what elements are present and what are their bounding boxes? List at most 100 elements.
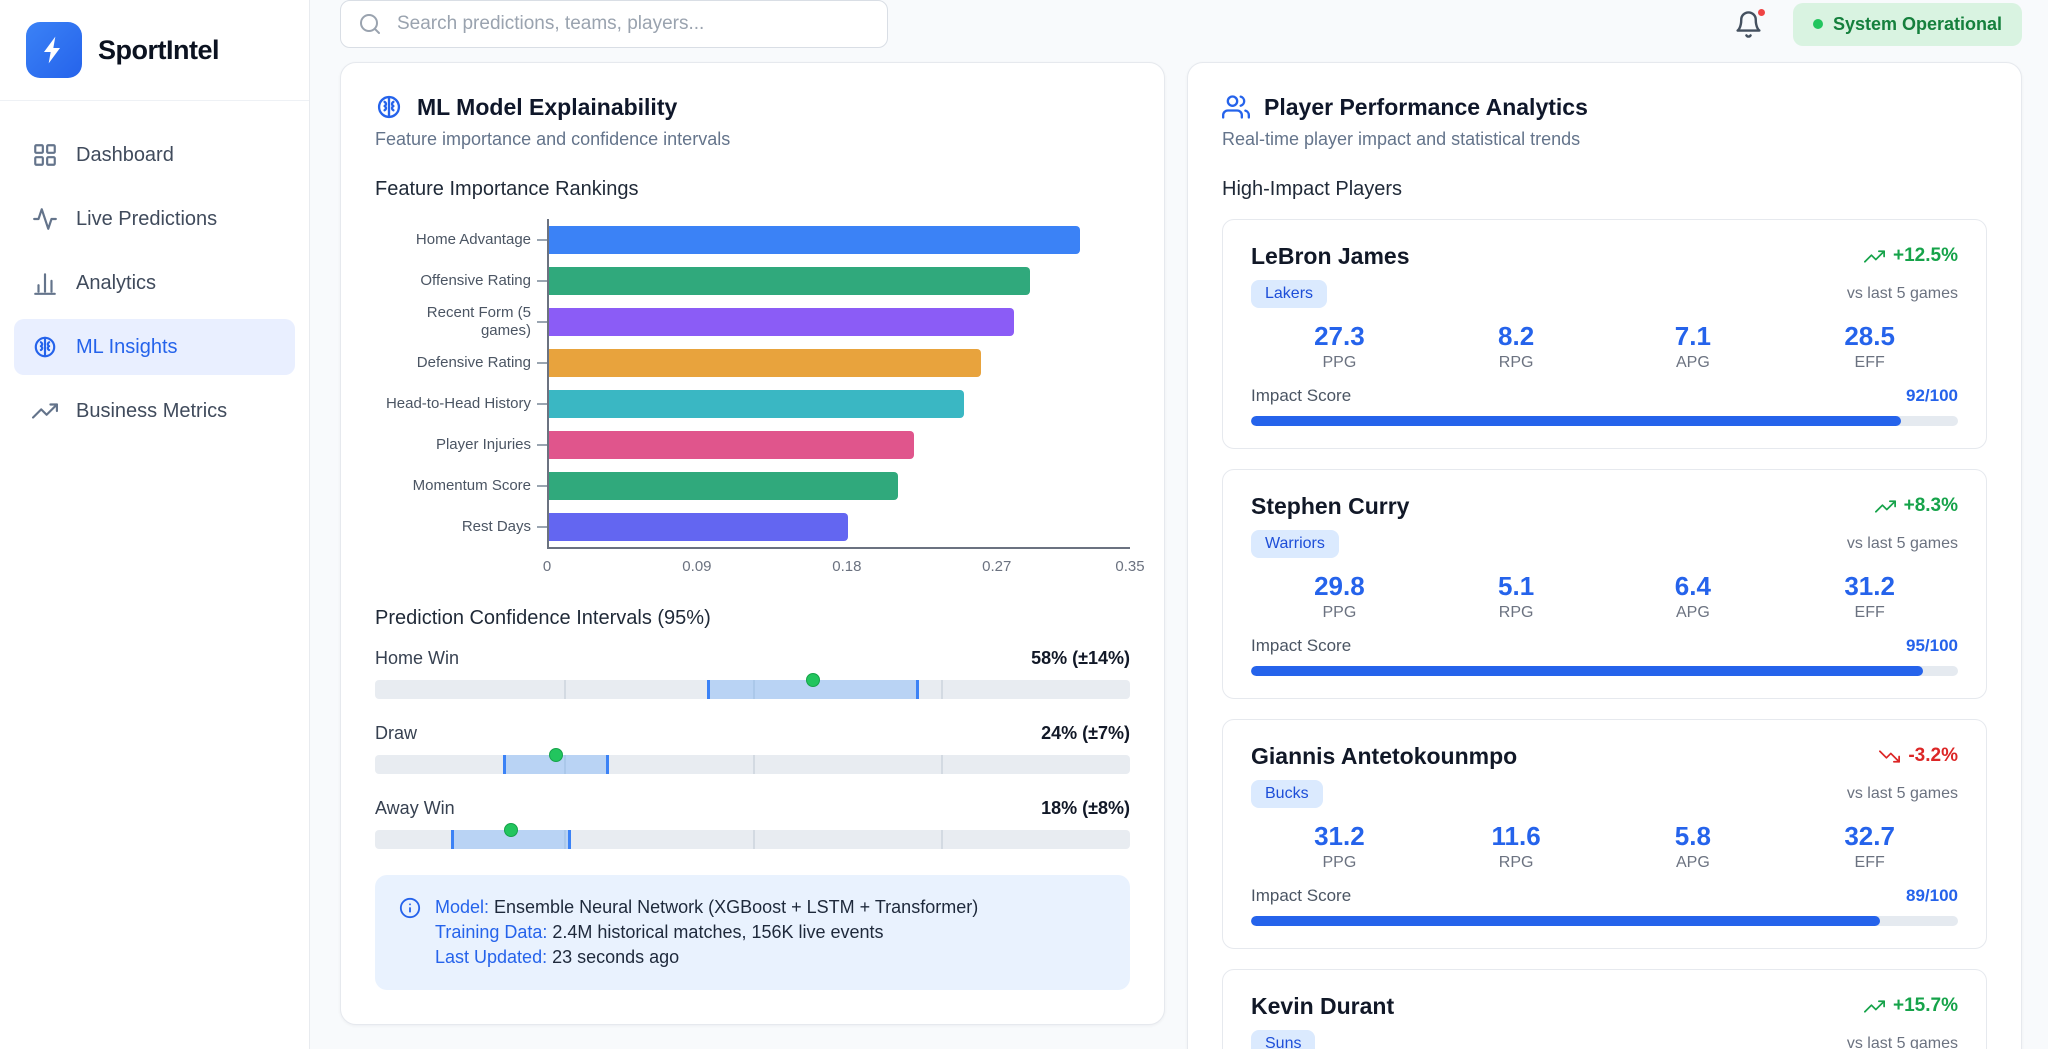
feature-bar-label: Offensive Rating [375,260,547,301]
player-stat: 5.8APG [1605,822,1782,872]
model-info-training: Training Data: 2.4M historical matches, … [435,920,978,945]
system-status-badge: System Operational [1793,3,2022,46]
ci-outcome-label: Away Win [375,798,455,819]
status-dot-icon [1813,19,1823,29]
trend-up-icon [1875,496,1896,517]
stat-value: 31.2 [1251,822,1428,850]
stat-label: PPG [1251,354,1428,372]
player-stats: 31.2PPG11.6RPG5.8APG32.7EFF [1251,822,1958,872]
player-stat: 27.3PPG [1251,322,1428,372]
trend-up-icon [1864,996,1885,1017]
player-card[interactable]: LeBron James+12.5%Lakersvs last 5 games2… [1222,219,1987,449]
feature-bar-row: Player Injuries [375,424,1130,465]
player-trend-value: +12.5% [1893,242,1958,270]
feature-bar [549,308,1014,336]
ci-track [375,680,1130,699]
feature-bar-track [547,260,1130,301]
trend-note: vs last 5 games [1847,785,1958,803]
player-card[interactable]: Stephen Curry+8.3%Warriorsvs last 5 game… [1222,469,1987,699]
feature-bar [549,431,914,459]
brain-icon [32,334,58,360]
player-trend-value: -3.2% [1908,742,1958,770]
sidebar-item-analytics[interactable]: Analytics [14,255,295,311]
ci-gridline [753,755,755,774]
feature-bar-track [547,342,1130,383]
notifications-button[interactable] [1734,10,1763,39]
player-trend: +12.5% [1864,242,1958,270]
feature-bar-label: Rest Days [375,506,547,547]
model-info-model: Model: Ensemble Neural Network (XGBoost … [435,895,978,920]
ci-gridline [941,680,943,699]
player-name: LeBron James [1251,242,1410,270]
panel-title: ML Model Explainability [417,94,677,121]
panel-header: ML Model Explainability [375,93,1130,121]
sidebar-item-label: Live Predictions [76,208,217,231]
model-info-updated: Last Updated: 23 seconds ago [435,945,978,970]
stat-value: 32.7 [1781,822,1958,850]
trend-down-icon [1879,746,1900,767]
sidebar-item-dashboard[interactable]: Dashboard [14,127,295,183]
feature-bar-track [547,424,1130,465]
ml-explainability-panel: ML Model Explainability Feature importan… [340,62,1165,1025]
player-name: Giannis Antetokounmpo [1251,742,1517,770]
panel-title: Player Performance Analytics [1264,94,1588,121]
feature-bar-label: Defensive Rating [375,342,547,383]
ci-outcome-label: Draw [375,723,417,744]
search-input[interactable] [340,0,888,48]
ci-gridline [941,830,943,849]
player-stat: 11.6RPG [1428,822,1605,872]
info-icon [399,897,421,919]
player-stat: 31.2EFF [1781,572,1958,622]
sidebar-item-label: Dashboard [76,144,174,167]
sidebar-item-label: Analytics [76,272,156,295]
impact-score-label: Impact Score [1251,886,1351,906]
stat-value: 31.2 [1781,572,1958,600]
player-name: Stephen Curry [1251,492,1409,520]
x-axis-tick-label: 0.18 [832,558,861,575]
player-trend-value: +8.3% [1904,492,1958,520]
player-stats: 27.3PPG8.2RPG7.1APG28.5EFF [1251,322,1958,372]
stat-value: 28.5 [1781,322,1958,350]
ci-point-estimate-marker [549,748,563,762]
impact-progress [1251,666,1958,676]
x-axis-tick-label: 0.27 [982,558,1011,575]
feature-bar [549,349,981,377]
player-stat: 29.8PPG [1251,572,1428,622]
player-trend: -3.2% [1879,742,1958,770]
sidebar-item-live-predictions[interactable]: Live Predictions [14,191,295,247]
feature-bar-track [547,506,1130,547]
x-axis-tick-label: 0.09 [682,558,711,575]
stat-value: 11.6 [1428,822,1605,850]
panel-subtitle: Feature importance and confidence interv… [375,129,1130,150]
player-stat: 5.1RPG [1428,572,1605,622]
feature-bar-track [547,383,1130,424]
stat-value: 5.1 [1428,572,1605,600]
player-trend-value: +15.7% [1893,992,1958,1020]
ci-point-estimate-marker [504,823,518,837]
ci-value: 58% (±14%) [1031,648,1130,669]
player-stat: 6.4APG [1605,572,1782,622]
brand[interactable]: SportIntel [0,0,309,101]
player-card[interactable]: Kevin Durant+15.7%Sunsvs last 5 games [1222,969,1987,1049]
impact-progress-fill [1251,416,1901,426]
feature-bar-label: Player Injuries [375,424,547,465]
chart-title: Feature Importance Rankings [375,178,1130,201]
sidebar-item-business-metrics[interactable]: Business Metrics [14,383,295,439]
sidebar-item-ml-insights[interactable]: ML Insights [14,319,295,375]
stat-value: 7.1 [1605,322,1782,350]
trend-note: vs last 5 games [1847,1035,1958,1049]
notification-dot [1756,7,1767,18]
player-stat: 28.5 EFF [1781,322,1958,372]
ci-outcome-label: Home Win [375,648,459,669]
feature-bar-label: Home Advantage [375,219,547,260]
feature-bar-row: Offensive Rating [375,260,1130,301]
confidence-intervals: Home Win58% (±14%)Draw24% (±7%)Away Win1… [375,648,1130,849]
users-icon [1222,93,1250,121]
feature-bar [549,267,1030,295]
stat-label: EFF [1781,354,1958,372]
player-card[interactable]: Giannis Antetokounmpo-3.2%Bucksvs last 5… [1222,719,1987,949]
brand-logo [26,22,82,78]
feature-bar-label: Momentum Score [375,465,547,506]
stat-label: APG [1605,354,1782,372]
impact-score-value: 89/100 [1906,886,1958,906]
